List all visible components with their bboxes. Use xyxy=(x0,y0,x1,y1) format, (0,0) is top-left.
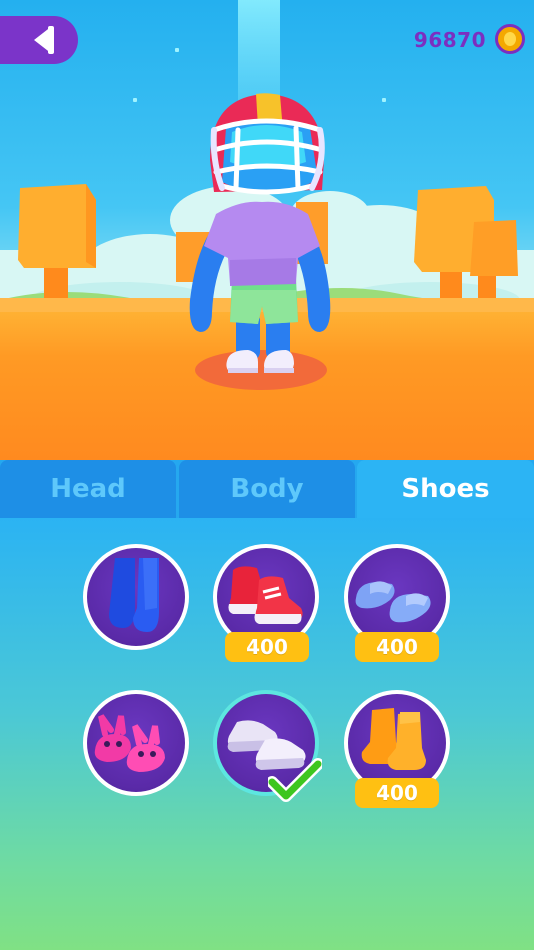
selected-check-icon xyxy=(268,758,322,802)
price-badge: 400 xyxy=(355,632,439,662)
tab-body[interactable]: Body xyxy=(179,460,355,518)
price-badge: 400 xyxy=(225,632,309,662)
player-character xyxy=(189,93,331,390)
tab-body-label: Body xyxy=(230,474,304,504)
price-badge: 400 xyxy=(355,778,439,808)
tab-head[interactable]: Head xyxy=(0,460,176,518)
tab-shoes-label: Shoes xyxy=(401,474,490,504)
tab-head-label: Head xyxy=(50,474,126,504)
character-preview-scene: 96870 xyxy=(0,0,534,460)
bunny-slippers-icon xyxy=(94,714,165,772)
blue-boots-icon xyxy=(109,558,159,632)
item-blue-boots[interactable] xyxy=(83,544,189,650)
category-tabs: Head Body Shoes xyxy=(0,460,534,518)
coin-balance: 96870 xyxy=(413,28,486,52)
back-button[interactable] xyxy=(0,16,78,64)
coin-icon xyxy=(495,24,525,54)
tab-shoes[interactable]: Shoes xyxy=(357,460,534,518)
back-arrow-stem xyxy=(48,26,54,54)
item-bunny-slippers[interactable] xyxy=(83,690,189,796)
